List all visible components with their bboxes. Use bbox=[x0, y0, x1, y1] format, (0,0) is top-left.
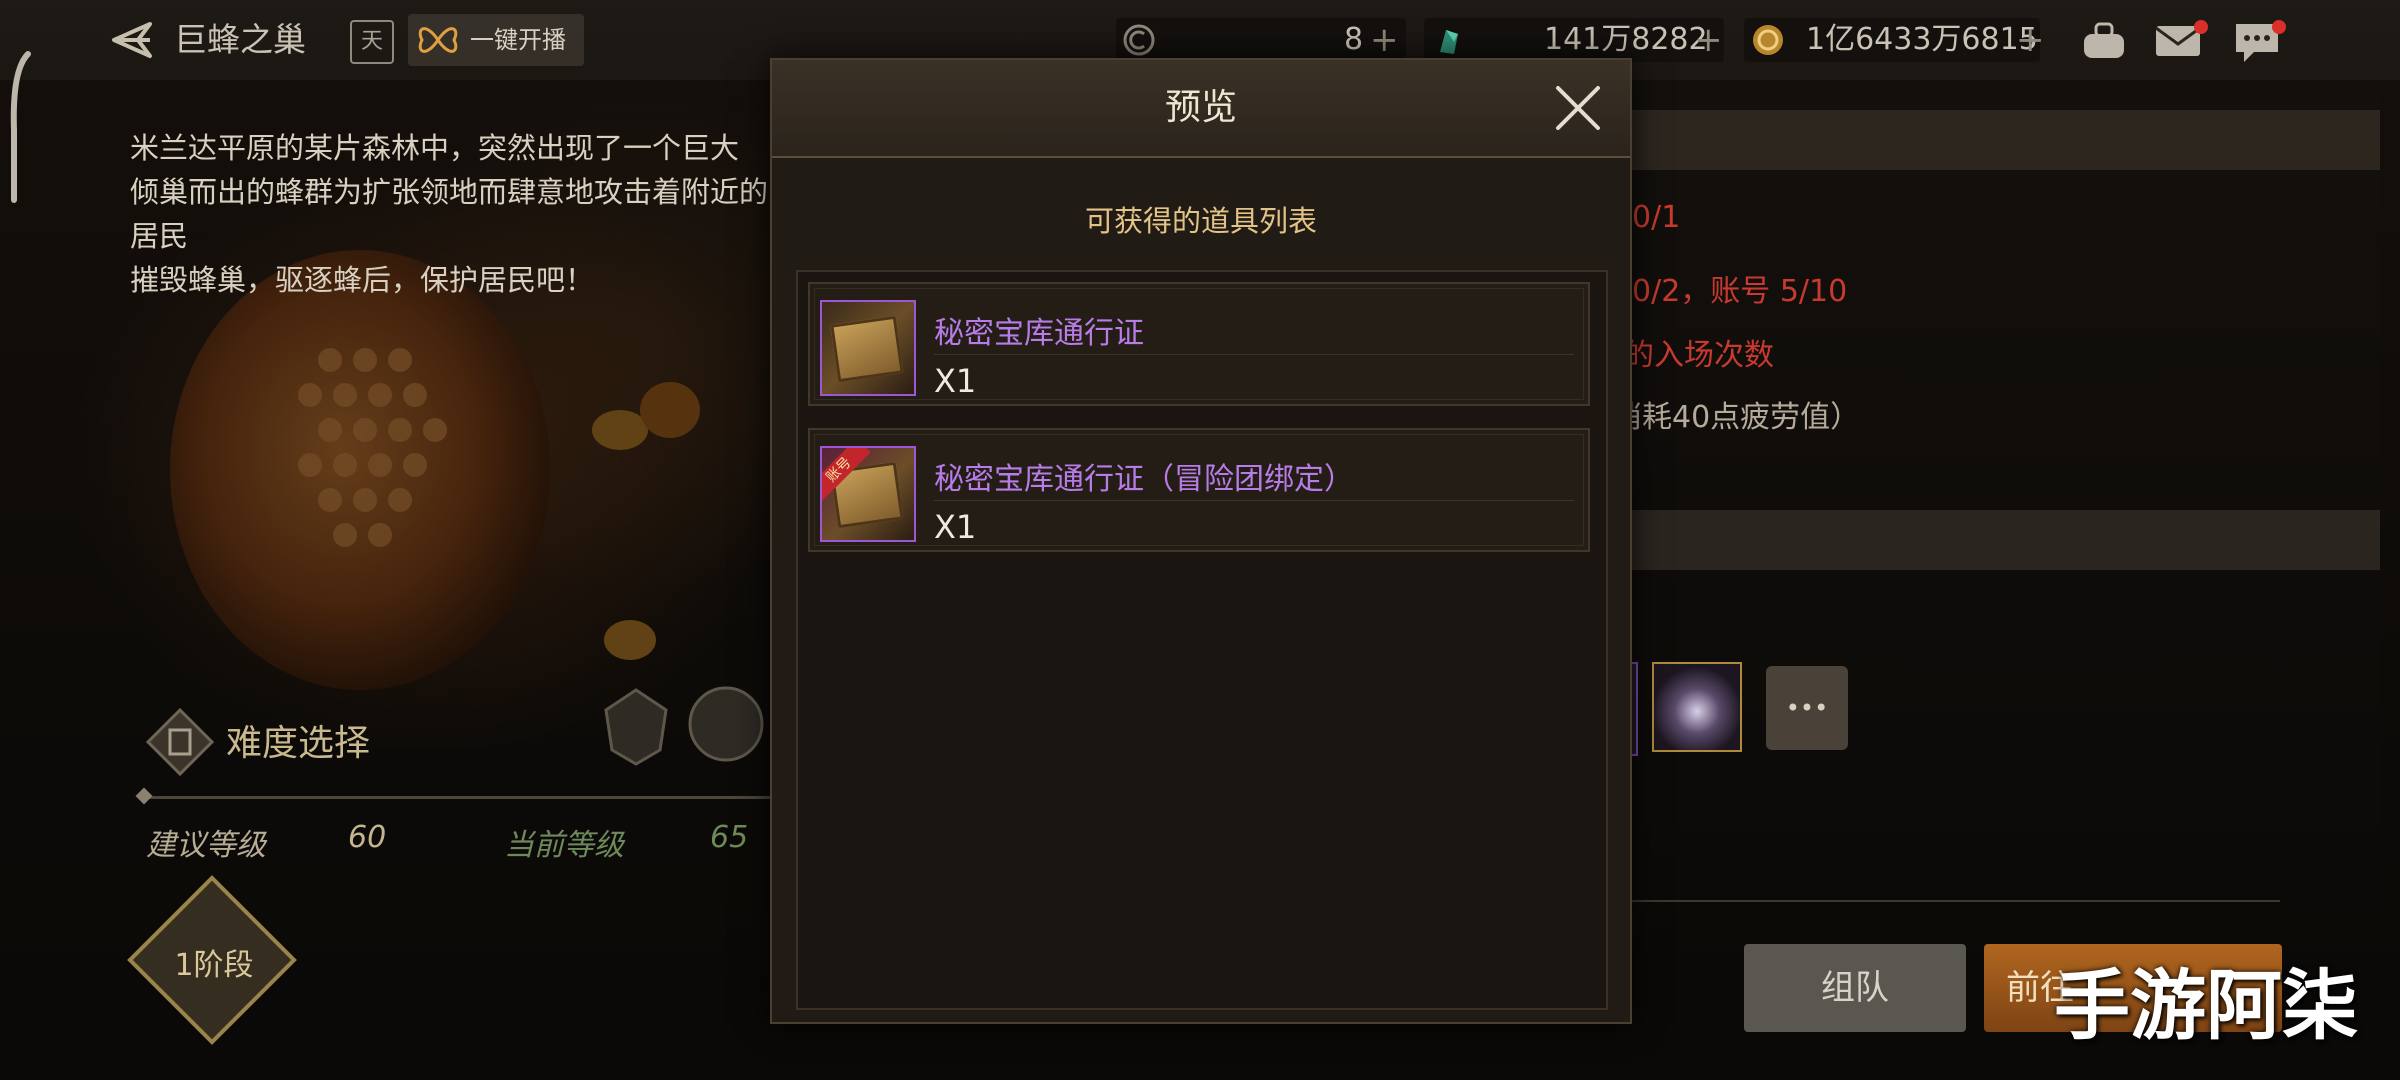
entry-count-2: 0/2，账号 5/10 bbox=[1632, 274, 1848, 309]
item-name: 秘密宝库通行证 bbox=[934, 316, 1144, 351]
item-quantity: X1 bbox=[934, 362, 977, 400]
recommended-level-value: 60 bbox=[348, 820, 387, 855]
modal-title: 预览 bbox=[1164, 87, 1237, 128]
list-item[interactable]: 账号 秘密宝库通行证（冒险团绑定） X1 bbox=[808, 428, 1590, 552]
entry-count-note: 的入场次数 bbox=[1624, 338, 1774, 373]
broadcast-label: 一键开播 bbox=[470, 26, 566, 54]
description-line-1: 米兰达平原的某片森林中，突然出现了一个巨大 bbox=[130, 131, 740, 165]
description-line-3: 摧毁蜂巢，驱逐蜂后，保护居民吧！ bbox=[130, 263, 595, 297]
difficulty-icon bbox=[146, 708, 214, 776]
broadcast-button[interactable]: 一键开播 bbox=[408, 14, 584, 66]
team-button[interactable]: 组队 bbox=[1744, 944, 1966, 1032]
item-name: 秘密宝库通行证（冒险团绑定） bbox=[934, 462, 1354, 497]
item-list[interactable]: 秘密宝库通行证 X1 账号 秘密宝库通行证（冒险团绑定） X1 bbox=[796, 270, 1608, 1010]
stage-label: 1阶段 bbox=[174, 948, 254, 983]
boss-emblems bbox=[604, 686, 764, 766]
right-rewards-strip bbox=[1620, 510, 2380, 570]
mail-notification-dot bbox=[2194, 20, 2208, 34]
right-header-strip bbox=[1620, 110, 2380, 170]
watermark: 手游阿柒 bbox=[2054, 961, 2358, 1050]
c-coin-icon bbox=[1123, 24, 1155, 56]
item-quantity: X1 bbox=[934, 508, 977, 546]
butterfly-icon bbox=[418, 27, 458, 53]
calendar-icon[interactable]: 天 bbox=[350, 20, 394, 64]
chat-notification-dot bbox=[2272, 20, 2286, 34]
gold-coin-icon bbox=[1753, 25, 1783, 55]
fatigue-cost: 消耗40点疲劳值） bbox=[1612, 400, 1861, 435]
vault-pass-account-bound-icon: 账号 bbox=[820, 446, 916, 542]
page-title: 巨蜂之巢 bbox=[174, 20, 306, 59]
reward-item-crystal[interactable] bbox=[1652, 662, 1742, 752]
current-level-label: 当前等级 bbox=[504, 828, 624, 863]
more-rewards-button[interactable]: ••• bbox=[1766, 666, 1848, 750]
difficulty-title: 难度选择 bbox=[226, 723, 371, 764]
list-item[interactable]: 秘密宝库通行证 X1 bbox=[808, 282, 1590, 406]
preview-modal: 预览 可获得的道具列表 秘密宝库通行证 X1 账号 秘密宝库通行证（冒险团绑定）… bbox=[770, 58, 1632, 1024]
crystal-icon bbox=[1440, 30, 1458, 54]
bag-icon[interactable] bbox=[2080, 20, 2128, 62]
currency-3-value: 1亿6433万6815 bbox=[1806, 22, 2038, 57]
current-level-value: 65 bbox=[710, 820, 749, 855]
back-arrow-icon[interactable] bbox=[100, 16, 158, 64]
recommended-level-label: 建议等级 bbox=[146, 828, 266, 863]
side-handle[interactable] bbox=[8, 50, 34, 210]
modal-subtitle: 可获得的道具列表 bbox=[1084, 204, 1317, 238]
right-divider bbox=[1620, 900, 2280, 902]
difficulty-slider-track[interactable] bbox=[140, 796, 780, 799]
description-line-2: 倾巢而出的蜂群为扩张领地而肆意地攻击着附近的居民 bbox=[130, 175, 769, 253]
currency-2-plus-button[interactable]: + bbox=[1694, 0, 1723, 80]
entry-count-1: 0/1 bbox=[1632, 200, 1681, 235]
dungeon-description: 米兰达平原的某片森林中，突然出现了一个巨大 倾巢而出的蜂群为扩张领地而肆意地攻击… bbox=[130, 126, 780, 302]
currency-3-plus-button[interactable]: + bbox=[2016, 0, 2045, 80]
close-icon[interactable] bbox=[1550, 80, 1606, 136]
vault-pass-icon bbox=[820, 300, 916, 396]
